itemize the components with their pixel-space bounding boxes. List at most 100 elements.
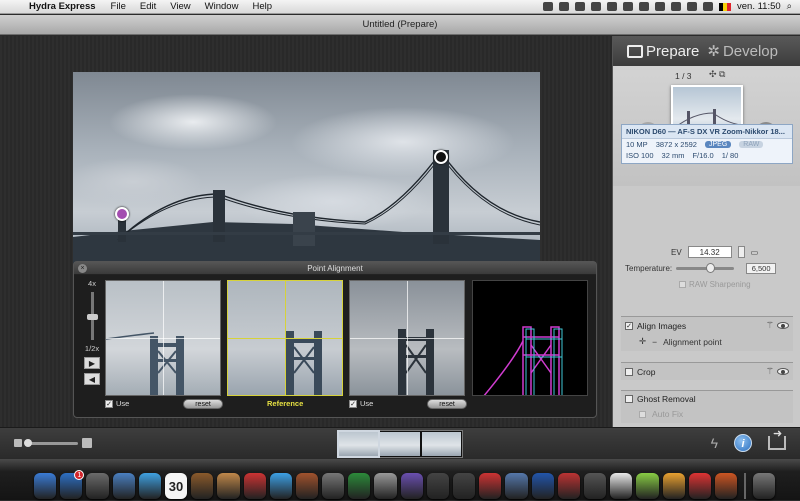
reset-button-3[interactable]: reset bbox=[427, 399, 467, 409]
thumbnail-zoom-knob[interactable] bbox=[24, 438, 32, 447]
main-photo[interactable] bbox=[73, 72, 540, 272]
chrome-icon[interactable] bbox=[557, 473, 580, 499]
zoom-slider[interactable] bbox=[86, 292, 98, 340]
garageband-icon[interactable] bbox=[295, 473, 319, 499]
dropbox-icon[interactable] bbox=[531, 473, 554, 499]
itunes-icon[interactable] bbox=[269, 473, 292, 499]
activity-monitor-icon[interactable] bbox=[348, 473, 371, 499]
battery-icon[interactable] bbox=[703, 2, 713, 11]
safari-icon[interactable] bbox=[138, 473, 161, 499]
cloud-icon[interactable] bbox=[607, 2, 617, 11]
temperature-slider-knob[interactable] bbox=[706, 263, 716, 273]
alignment-point-black[interactable] bbox=[434, 150, 448, 164]
time-machine-icon[interactable] bbox=[322, 473, 345, 499]
mail-icon[interactable] bbox=[112, 473, 135, 499]
alignment-frame-3[interactable] bbox=[349, 280, 465, 396]
menu-window[interactable]: Window bbox=[198, 1, 246, 12]
stack-icons[interactable]: ✣ ⧉ bbox=[709, 69, 725, 80]
app-store-icon[interactable]: 1 bbox=[60, 470, 85, 499]
trash-icon[interactable] bbox=[752, 473, 775, 499]
next-frame-button[interactable]: ▶ bbox=[84, 357, 100, 369]
filmstrip bbox=[336, 430, 463, 458]
clock-icon[interactable] bbox=[623, 2, 633, 11]
milk-icon[interactable] bbox=[610, 473, 633, 499]
wifi-icon[interactable] bbox=[671, 2, 681, 11]
align-images-checkbox[interactable]: ✓ bbox=[625, 321, 633, 330]
app-menu[interactable]: Hydra Express bbox=[22, 1, 104, 12]
raw-sharpening-row: RAW Sharpening bbox=[621, 280, 793, 289]
lightning-icon[interactable]: ϟ bbox=[711, 435, 718, 451]
game-icon[interactable] bbox=[662, 473, 685, 499]
filmstrip-frame-1[interactable] bbox=[336, 430, 381, 458]
use-checkbox-3-box[interactable]: ✓ bbox=[349, 399, 357, 408]
use-checkbox-1-box[interactable]: ✓ bbox=[105, 399, 113, 408]
add-point-icon[interactable]: ✛ bbox=[639, 336, 646, 347]
temperature-field[interactable]: 6,500 bbox=[746, 263, 777, 274]
display-icon[interactable] bbox=[655, 2, 665, 11]
close-icon[interactable]: × bbox=[78, 264, 87, 273]
use-checkbox-1[interactable]: ✓ Use bbox=[105, 399, 129, 408]
textedit-icon[interactable] bbox=[400, 473, 423, 499]
ev-field[interactable]: 14.32 bbox=[687, 246, 732, 258]
magnet-icon[interactable] bbox=[688, 473, 711, 499]
menu-view[interactable]: View bbox=[163, 1, 197, 12]
firefox-icon[interactable] bbox=[714, 473, 738, 499]
iphoto-icon[interactable] bbox=[479, 473, 502, 499]
magic-wand-icon[interactable]: ⚚ bbox=[766, 320, 774, 331]
volume-icon[interactable] bbox=[687, 2, 697, 11]
use-checkbox-3[interactable]: ✓ Use bbox=[349, 399, 373, 408]
menu-help[interactable]: Help bbox=[245, 1, 279, 12]
ghost-removal-checkbox[interactable] bbox=[625, 395, 633, 403]
eye-icon[interactable] bbox=[777, 368, 789, 375]
alignment-frame-1[interactable] bbox=[105, 280, 221, 396]
tab-prepare[interactable]: Prepare bbox=[627, 43, 699, 60]
small-image-icon[interactable] bbox=[14, 439, 22, 447]
dropbox-icon[interactable] bbox=[559, 2, 569, 11]
dashboard-icon[interactable] bbox=[86, 473, 109, 499]
power-icon[interactable] bbox=[639, 2, 649, 11]
temperature-label: Temperature: bbox=[625, 264, 673, 273]
use-checkbox-1-label: Use bbox=[116, 399, 130, 408]
menu-clock[interactable]: ven. 11:50 bbox=[737, 1, 781, 12]
downloads-icon[interactable] bbox=[453, 473, 476, 499]
spotlight-icon[interactable]: ⌕ bbox=[787, 1, 792, 12]
menu-file[interactable]: File bbox=[104, 1, 133, 12]
align-images-label: Align Images bbox=[637, 320, 687, 331]
mail-icon[interactable] bbox=[543, 2, 553, 11]
crop-checkbox[interactable] bbox=[625, 367, 633, 376]
sync-icon[interactable] bbox=[575, 2, 585, 11]
vlc-icon[interactable] bbox=[583, 473, 607, 499]
ev-stepper[interactable] bbox=[737, 246, 745, 258]
large-image-icon[interactable] bbox=[82, 438, 92, 448]
filmstrip-frame-3[interactable] bbox=[421, 432, 461, 456]
previous-frame-button[interactable]: ◀ bbox=[84, 373, 100, 385]
thumbnail-zoom-slider[interactable] bbox=[24, 438, 78, 447]
menu-edit[interactable]: Edit bbox=[133, 1, 163, 12]
temperature-slider[interactable] bbox=[676, 263, 735, 273]
jar-icon[interactable] bbox=[636, 473, 659, 499]
paw-icon[interactable] bbox=[591, 2, 601, 11]
language-flag-icon[interactable] bbox=[719, 2, 731, 11]
battery-icon: ▭ bbox=[750, 247, 759, 257]
remove-point-icon[interactable]: − bbox=[652, 337, 657, 347]
info-icon[interactable]: i bbox=[734, 434, 752, 452]
calendar-icon[interactable]: 30 bbox=[164, 473, 188, 499]
system-preferences-icon[interactable] bbox=[374, 473, 397, 499]
tab-develop[interactable]: ✲ Develop bbox=[707, 42, 778, 61]
alignment-point-purple[interactable] bbox=[115, 207, 129, 221]
zoom-slider-knob[interactable] bbox=[86, 314, 98, 320]
share-icon[interactable] bbox=[768, 427, 786, 450]
exposure-adjustments: EV 14.32 ▭ Temperature: 6,500 RAW Sharpe… bbox=[621, 242, 793, 302]
filmstrip-frame-2[interactable] bbox=[380, 432, 420, 456]
magic-wand-icon[interactable]: ⚚ bbox=[766, 366, 774, 377]
notes-icon[interactable] bbox=[191, 473, 214, 499]
menu-bar: Hydra Express File Edit View Window Help… bbox=[0, 0, 800, 14]
preview-icon[interactable] bbox=[217, 473, 240, 499]
xcode-icon[interactable] bbox=[505, 473, 528, 499]
photo-booth-icon[interactable] bbox=[243, 473, 266, 499]
terminal-icon[interactable] bbox=[426, 473, 449, 499]
eye-icon[interactable] bbox=[777, 322, 789, 329]
finder-icon[interactable] bbox=[34, 473, 57, 499]
reset-button-1[interactable]: reset bbox=[183, 399, 223, 409]
alignment-frame-reference[interactable] bbox=[227, 280, 343, 396]
